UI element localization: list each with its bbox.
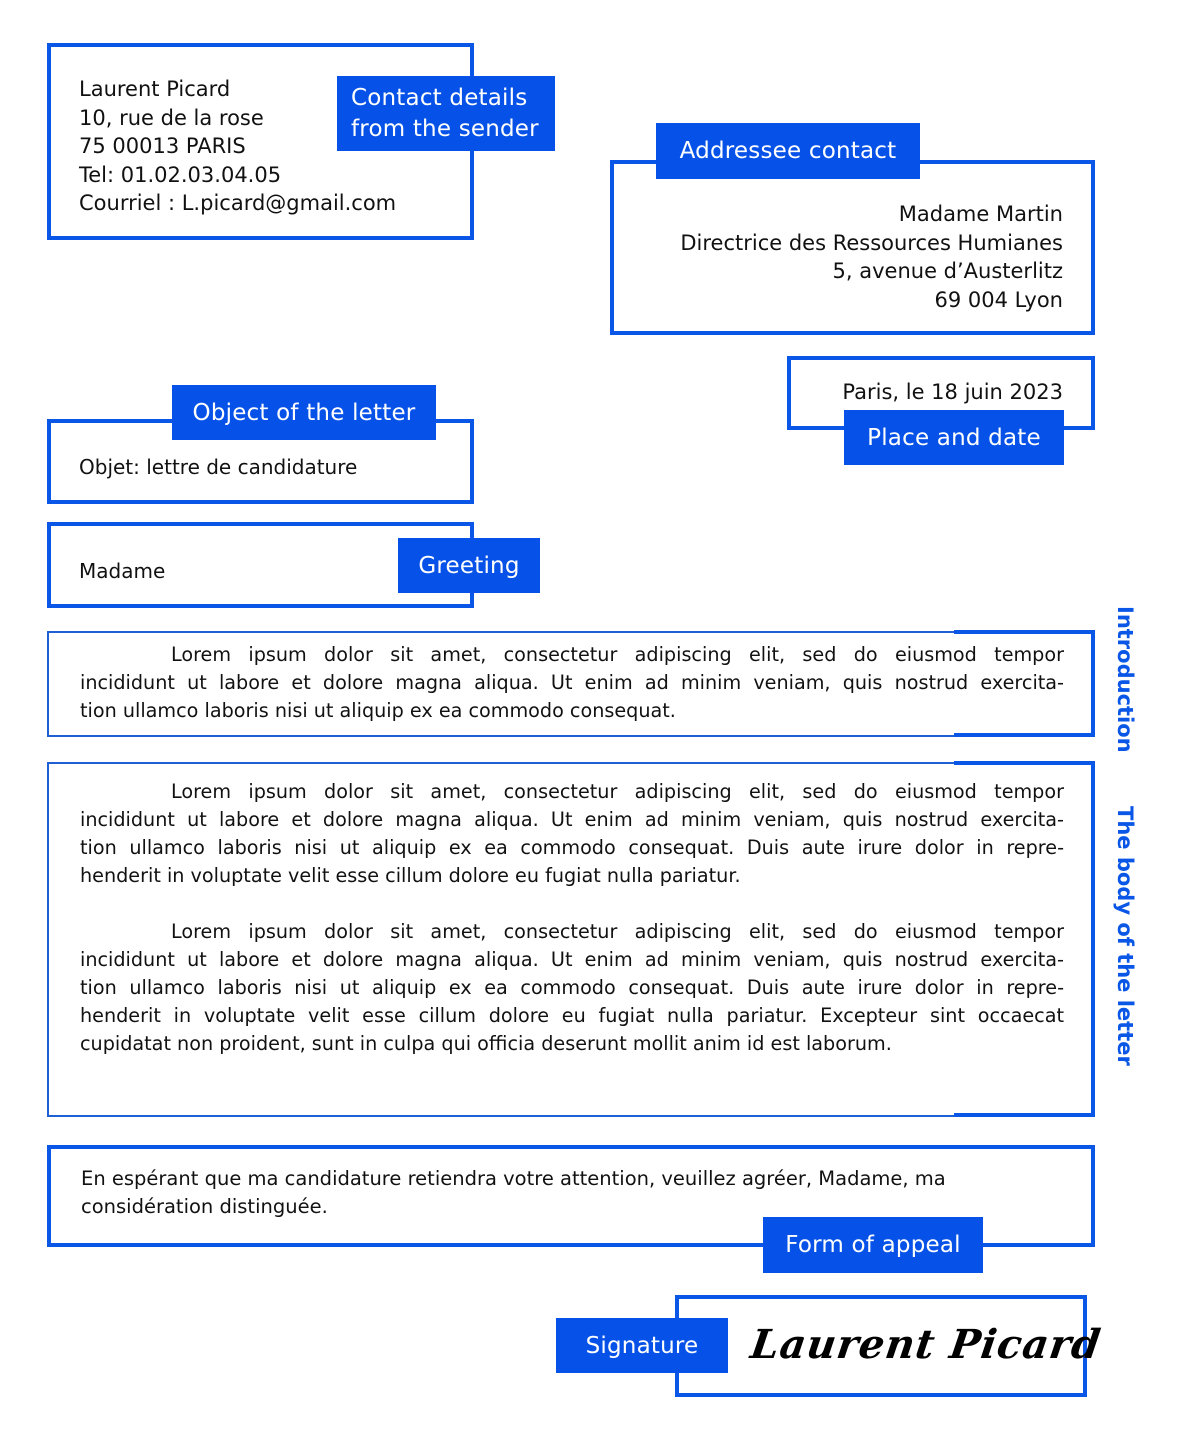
sender-phone: Tel: 01.02.03.04.05: [79, 162, 282, 187]
introduction-accent-right: [1091, 630, 1095, 737]
addressee-contact-box: Madame Martin Directrice des Ressources …: [610, 160, 1095, 335]
intro-line: Lorem ipsum dolor sit amet, consectetur …: [171, 643, 1064, 666]
body-paragraph-1: Lorem ipsum dolor sit amet, consectetur …: [80, 778, 1064, 890]
body-accent-top: [954, 761, 1095, 765]
introduction-paragraph: Lorem ipsum dolor sit amet, consectetur …: [80, 641, 1064, 725]
body-paragraph-2: Lorem ipsum dolor sit amet, consectetur …: [80, 918, 1064, 1058]
introduction-label: Introduction: [1113, 606, 1137, 753]
appeal-line-1: En espérant que ma candidature retiendra…: [81, 1167, 946, 1190]
addressee-name: Madame Martin: [898, 202, 1063, 226]
body-line: cupidatat non proident, sunt in culpa qu…: [80, 1032, 892, 1055]
body-line: tion ullamco laboris nisi ut aliquip ex …: [80, 976, 1064, 999]
sender-name: Laurent Picard: [79, 77, 231, 101]
sender-email: Courriel : L.picard@gmail.com: [79, 191, 397, 215]
signature-tag: Signature: [556, 1318, 728, 1373]
body-line: henderit in voluptate velit esse cillum …: [80, 864, 741, 887]
intro-line: incididunt ut labore et dolore magna ali…: [80, 671, 1064, 694]
greeting-text: Madame: [79, 559, 166, 583]
sender-tag-line-2: from the sender: [351, 115, 539, 142]
greeting-tag: Greeting: [398, 538, 540, 593]
body-line: Lorem ipsum dolor sit amet, consectetur …: [171, 920, 1064, 943]
body-line: incididunt ut labore et dolore magna ali…: [80, 808, 1064, 831]
addressee-city: 69 004 Lyon: [934, 287, 1063, 312]
body-accent-right: [1091, 761, 1095, 1117]
intro-line: tion ullamco laboris nisi ut aliquip ex …: [80, 699, 676, 722]
addressee-contact-tag: Addressee contact: [656, 123, 920, 179]
introduction-accent-top: [954, 630, 1095, 634]
body-line: tion ullamco laboris nisi ut aliquip ex …: [80, 836, 1064, 859]
body-line: Lorem ipsum dolor sit amet, consectetur …: [171, 780, 1064, 803]
addressee-street: 5, avenue d’Austerlitz: [832, 259, 1063, 283]
appeal-tag: Form of appeal: [763, 1217, 983, 1273]
body-accent-bottom: [954, 1113, 1095, 1117]
object-text: Objet: lettre de candidature: [79, 455, 358, 479]
place-date-text: Paris, le 18 juin 2023: [842, 380, 1063, 404]
sender-tag-line-1: Contact details: [351, 84, 528, 111]
introduction-accent-bottom: [954, 733, 1095, 737]
body-line: incididunt ut labore et dolore magna ali…: [80, 948, 1064, 971]
place-date-tag: Place and date: [844, 410, 1064, 465]
signature-script: Laurent Picard: [747, 1321, 1105, 1368]
sender-contact-tag: Contact details from the sender: [337, 76, 555, 151]
body-label: The body of the letter: [1113, 806, 1137, 1066]
object-tag: Object of the letter: [172, 385, 436, 440]
appeal-line-2: considération distinguée.: [81, 1195, 328, 1218]
addressee-title: Directrice des Ressources Humianes: [680, 230, 1063, 255]
body-line: henderit in voluptate velit esse cillum …: [80, 1004, 1064, 1027]
sender-street: 10, rue de la rose: [79, 105, 264, 130]
signature-box: Laurent Picard: [675, 1295, 1104, 1397]
sender-city: 75 00013 PARIS: [79, 134, 246, 158]
